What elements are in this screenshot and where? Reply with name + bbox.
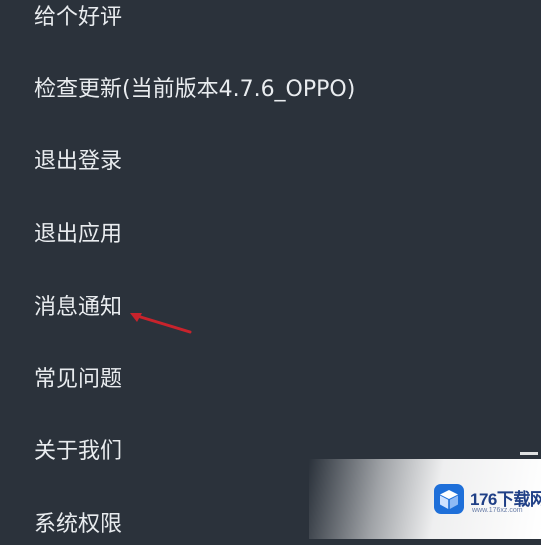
menu-item-check-update[interactable]: 检查更新(当前版本4.7.6_OPPO)	[34, 70, 355, 110]
menu-item-notifications[interactable]: 消息通知	[34, 288, 122, 328]
watermark-dash	[520, 452, 538, 455]
menu-item-rate-app[interactable]: 给个好评	[34, 0, 122, 38]
menu-item-system-permissions[interactable]: 系统权限	[34, 505, 122, 545]
cube-logo-icon	[434, 484, 464, 514]
menu-item-faq[interactable]: 常见问题	[34, 360, 122, 400]
menu-item-about-us[interactable]: 关于我们	[34, 432, 122, 472]
watermark-site-url: www.176xz.com	[472, 507, 523, 514]
menu-item-exit-app[interactable]: 退出应用	[34, 215, 122, 255]
menu-item-logout[interactable]: 退出登录	[34, 142, 122, 182]
red-arrow-annotation-icon	[130, 313, 192, 334]
